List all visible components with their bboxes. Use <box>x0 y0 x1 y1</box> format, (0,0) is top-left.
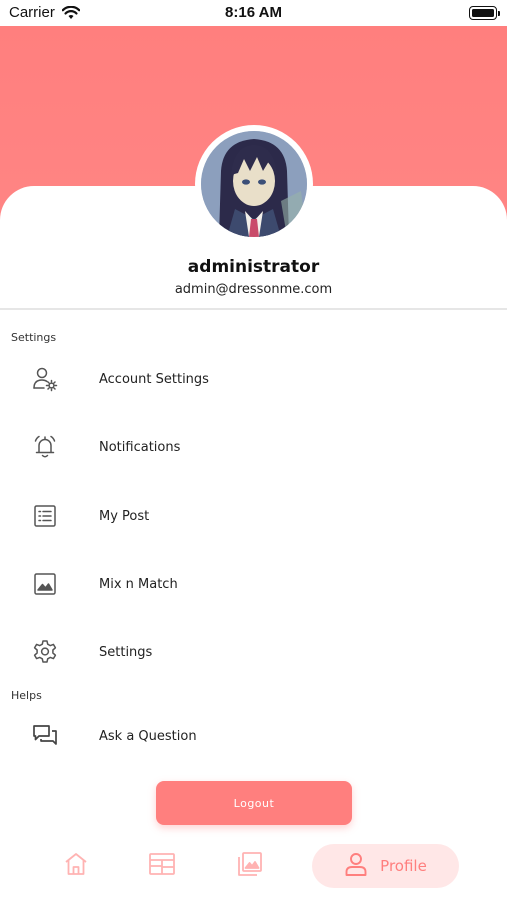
status-time: 8:16 AM <box>225 4 282 21</box>
user-avatar-photo <box>201 131 307 237</box>
menu-item-label: Mix n Match <box>99 576 178 592</box>
menu-item-label: My Post <box>99 508 150 524</box>
nav-calendar[interactable] <box>144 844 180 888</box>
profile-username: administrator <box>187 257 320 277</box>
menu-item-account-settings[interactable]: Account Settings <box>0 353 507 405</box>
header-divider <box>0 308 507 310</box>
logout-button[interactable]: Logout <box>156 781 352 825</box>
calendar-icon <box>148 851 176 881</box>
menu-item-label: Settings <box>99 644 153 660</box>
bottom-navigation: Profile <box>0 838 507 894</box>
menu-item-label: Ask a Question <box>99 728 197 744</box>
gallery-icon <box>236 850 264 882</box>
person-icon <box>344 851 368 881</box>
nav-profile[interactable]: Profile <box>312 844 459 888</box>
avatar[interactable] <box>195 125 313 243</box>
settings-section-label: Settings <box>11 331 57 344</box>
nav-profile-label: Profile <box>380 857 427 875</box>
home-icon <box>63 851 89 881</box>
chat-icon <box>30 721 60 751</box>
bell-icon <box>30 432 60 462</box>
profile-email: admin@dressonme.com <box>174 282 333 297</box>
menu-item-notifications[interactable]: Notifications <box>0 421 507 473</box>
menu-item-mix-n-match[interactable]: Mix n Match <box>0 558 507 610</box>
helps-section-label: Helps <box>11 689 42 702</box>
menu-item-settings[interactable]: Settings <box>0 626 507 678</box>
nav-home[interactable] <box>58 844 94 888</box>
menu-item-my-post[interactable]: My Post <box>0 490 507 542</box>
menu-item-label: Account Settings <box>99 371 209 387</box>
nav-gallery[interactable] <box>232 844 268 888</box>
status-bar: Carrier 8:16 AM <box>0 0 507 26</box>
image-icon <box>30 569 60 599</box>
list-icon <box>30 501 60 531</box>
menu-item-label: Notifications <box>99 439 181 455</box>
user-gear-icon <box>30 364 60 394</box>
battery-icon <box>469 6 500 20</box>
gear-icon <box>30 637 60 667</box>
menu-item-ask-question[interactable]: Ask a Question <box>0 710 507 762</box>
